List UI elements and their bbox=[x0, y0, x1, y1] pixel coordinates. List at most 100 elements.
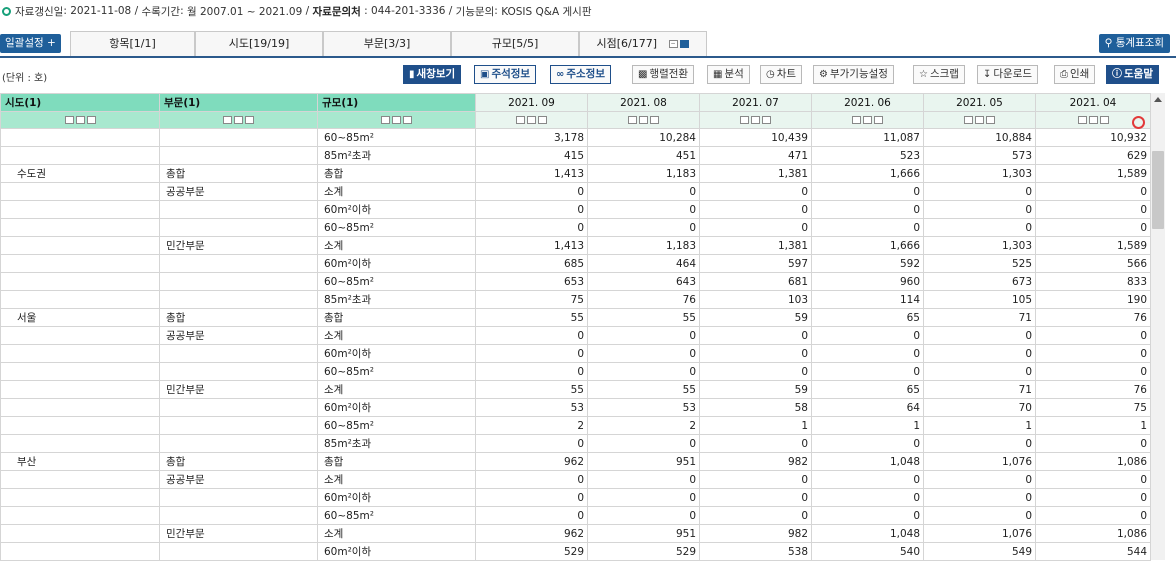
sort-asc-icon[interactable] bbox=[852, 116, 861, 124]
tab-sijeom[interactable]: 시점[6/177] − bbox=[579, 31, 707, 56]
gyumo-cell: 60m²이하 bbox=[317, 488, 476, 507]
sort-asc-icon[interactable] bbox=[740, 116, 749, 124]
bulk-setting-button[interactable]: 일괄설정 + bbox=[0, 34, 61, 53]
value-cell: 0 bbox=[475, 182, 588, 201]
sort-desc-icon[interactable] bbox=[75, 116, 85, 124]
sido-cell bbox=[0, 416, 160, 435]
value-cell: 0 bbox=[811, 344, 924, 363]
sort-asc-icon[interactable] bbox=[64, 116, 74, 124]
help-button[interactable]: ⓘ 도움말 bbox=[1106, 65, 1159, 84]
gyumo-cell: 60~85m² bbox=[317, 506, 476, 525]
sort-asc-icon[interactable] bbox=[516, 116, 525, 124]
value-cell: 0 bbox=[1035, 344, 1151, 363]
header-gyumo[interactable]: 규모(1) bbox=[317, 93, 476, 112]
annotation-button[interactable]: ▣ 주석정보 bbox=[474, 65, 537, 84]
chart-button[interactable]: ◷ 차트 bbox=[760, 65, 803, 84]
analysis-button[interactable]: ▦ 분석 bbox=[707, 65, 750, 84]
sort-asc-icon[interactable] bbox=[1077, 116, 1087, 124]
tab-bumun[interactable]: 부문[3/3] bbox=[323, 31, 451, 56]
sort-controls bbox=[699, 111, 812, 129]
scrap-button[interactable]: ☆ 스크랩 bbox=[913, 65, 965, 84]
value-cell: 0 bbox=[1035, 362, 1151, 381]
gyumo-cell: 60~85m² bbox=[317, 218, 476, 237]
tab-sido[interactable]: 시도[19/19] bbox=[195, 31, 323, 56]
value-cell: 0 bbox=[699, 182, 812, 201]
sort-desc-icon[interactable] bbox=[751, 116, 760, 124]
sort-desc-icon[interactable] bbox=[1088, 116, 1098, 124]
transpose-button[interactable]: ▩ 행렬전환 bbox=[632, 65, 695, 84]
header-period: 2021. 06 bbox=[811, 93, 924, 112]
gyumo-cell: 60m²이하 bbox=[317, 398, 476, 417]
value-cell: 0 bbox=[811, 434, 924, 453]
value-cell: 0 bbox=[475, 488, 588, 507]
value-cell: 0 bbox=[923, 470, 1036, 489]
gyumo-cell: 85m²초과 bbox=[317, 290, 476, 309]
table-row: 60m²이하 53 53 58 64 70 75 bbox=[0, 398, 1151, 417]
sort-desc-icon[interactable] bbox=[639, 116, 648, 124]
transpose-label: 행렬전환 bbox=[649, 68, 689, 80]
extra-settings-button[interactable]: ⚙ 부가기능설정 bbox=[813, 65, 894, 84]
vertical-scrollbar[interactable] bbox=[1151, 93, 1165, 560]
tab-gyumo[interactable]: 규모[5/5] bbox=[451, 31, 579, 56]
collapse-icon[interactable] bbox=[650, 116, 659, 124]
value-cell: 573 bbox=[923, 146, 1036, 165]
address-label: 주소정보 bbox=[566, 68, 605, 80]
collapse-icon[interactable] bbox=[403, 116, 412, 124]
table-row: 공공부문 소계 0 0 0 0 0 0 bbox=[0, 326, 1151, 345]
collapse-icon[interactable] bbox=[1099, 116, 1109, 124]
value-cell: 64 bbox=[811, 398, 924, 417]
header-sido[interactable]: 시도(1) bbox=[0, 93, 160, 112]
gyumo-cell: 85m²초과 bbox=[317, 146, 476, 165]
sort-asc-icon[interactable] bbox=[381, 116, 390, 124]
sort-asc-icon[interactable] bbox=[628, 116, 637, 124]
value-cell: 0 bbox=[699, 200, 812, 219]
sort-asc-icon[interactable] bbox=[223, 116, 232, 124]
expand-icon[interactable]: − bbox=[668, 40, 678, 48]
bumun-cell bbox=[159, 434, 318, 453]
value-cell: 55 bbox=[587, 380, 700, 399]
table-row: 85m²초과 75 76 103 114 105 190 bbox=[0, 290, 1151, 309]
gyumo-cell: 60~85m² bbox=[317, 128, 476, 147]
collapse-icon[interactable] bbox=[762, 116, 771, 124]
value-cell: 105 bbox=[923, 290, 1036, 309]
table-row: 60m²이하 0 0 0 0 0 0 bbox=[0, 488, 1151, 507]
header-bumun[interactable]: 부문(1) bbox=[159, 93, 318, 112]
table-row: 60~85m² 2 2 1 1 1 1 bbox=[0, 416, 1151, 435]
value-cell: 1,183 bbox=[587, 164, 700, 183]
new-window-button[interactable]: ▮ 새창보기 bbox=[403, 65, 462, 84]
func-label: 기능문의 bbox=[455, 5, 495, 18]
tab-item[interactable]: 항목[1/1] bbox=[70, 31, 195, 56]
sort-asc-icon[interactable] bbox=[964, 116, 973, 124]
sort-desc-icon[interactable] bbox=[863, 116, 872, 124]
scroll-thumb[interactable] bbox=[1152, 151, 1164, 229]
stat-lookup-button[interactable]: ⚲ 통계표조회 bbox=[1098, 34, 1170, 53]
sort-desc-icon[interactable] bbox=[392, 116, 401, 124]
print-button[interactable]: ⎙ 인쇄 bbox=[1054, 65, 1096, 84]
value-cell: 0 bbox=[923, 182, 1036, 201]
download-button[interactable]: ↧ 다운로드 bbox=[977, 65, 1039, 84]
dropdown-icon[interactable] bbox=[679, 40, 689, 48]
header-period: 2021. 04 bbox=[1035, 93, 1151, 112]
download-icon: ↧ bbox=[983, 69, 992, 80]
value-cell: 1 bbox=[1035, 416, 1151, 435]
value-cell: 103 bbox=[699, 290, 812, 309]
sort-desc-icon[interactable] bbox=[234, 116, 243, 124]
func-value[interactable]: KOSIS Q&A 게시판 bbox=[501, 4, 591, 19]
collapse-icon[interactable] bbox=[538, 116, 547, 124]
sort-desc-icon[interactable] bbox=[527, 116, 536, 124]
collapse-icon[interactable] bbox=[986, 116, 995, 124]
star-icon: ☆ bbox=[919, 69, 928, 80]
scroll-up-icon[interactable] bbox=[1154, 97, 1162, 102]
value-cell: 0 bbox=[699, 488, 812, 507]
sort-desc-icon[interactable] bbox=[975, 116, 984, 124]
collapse-icon[interactable] bbox=[245, 116, 254, 124]
sort-controls bbox=[317, 111, 476, 129]
value-cell: 0 bbox=[587, 506, 700, 525]
collapse-icon[interactable] bbox=[86, 116, 96, 124]
sido-cell bbox=[0, 506, 160, 525]
sido-cell bbox=[0, 344, 160, 363]
collapse-icon[interactable] bbox=[874, 116, 883, 124]
address-button[interactable]: ∞ 주소정보 bbox=[550, 65, 611, 84]
printer-icon: ⎙ bbox=[1060, 69, 1068, 80]
value-cell: 0 bbox=[1035, 326, 1151, 345]
